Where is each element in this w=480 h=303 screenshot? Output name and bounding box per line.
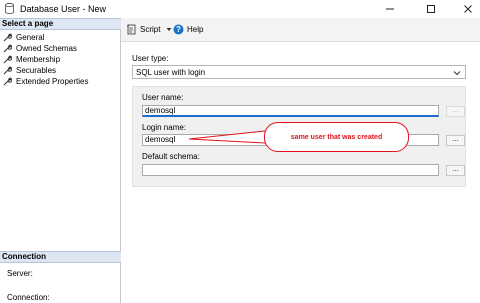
page-list: General Owned Schemas Membership Securab…	[3, 32, 89, 87]
wrench-icon	[3, 66, 12, 75]
script-icon	[127, 24, 136, 35]
maximize-button[interactable]	[413, 0, 449, 18]
connection-label: Connection:	[7, 293, 50, 302]
wrench-icon	[3, 44, 12, 53]
connection-header: Connection	[0, 251, 121, 263]
page-item-membership[interactable]: Membership	[3, 54, 89, 65]
default-schema-label: Default schema:	[142, 152, 200, 161]
page-item-label: Securables	[16, 66, 57, 75]
chevron-down-icon	[453, 71, 461, 76]
maximize-icon	[427, 5, 435, 13]
page-item-securables[interactable]: Securables	[3, 65, 89, 76]
user-name-label: User name:	[142, 93, 184, 102]
script-button[interactable]: Script	[126, 24, 172, 35]
annotation-callout: same user that was created	[264, 122, 409, 152]
left-pane: Select a page General Owned Schemas Memb…	[0, 18, 121, 303]
dropdown-arrow-icon[interactable]	[166, 27, 172, 32]
user-name-browse-button[interactable]: ...	[446, 106, 465, 117]
page-item-label: Extended Properties	[16, 77, 89, 86]
page-item-general[interactable]: General	[3, 32, 89, 43]
right-pane: Script ? Help User type: SQL user with l…	[121, 18, 480, 303]
default-schema-input[interactable]	[142, 164, 439, 176]
page-item-label: General	[16, 33, 45, 42]
toolbar: Script ? Help	[121, 18, 480, 42]
annotation-text: same user that was created	[290, 133, 383, 141]
user-name-input[interactable]: demosql	[142, 105, 439, 117]
user-type-select[interactable]: SQL user with login	[132, 65, 466, 79]
wrench-icon	[3, 77, 12, 86]
page-item-owned-schemas[interactable]: Owned Schemas	[3, 43, 89, 54]
help-label: Help	[187, 25, 204, 34]
default-schema-browse-button[interactable]: ...	[446, 165, 465, 176]
title-bar: Database User - New	[0, 0, 480, 18]
login-name-label: Login name:	[142, 123, 187, 132]
wrench-icon	[3, 55, 12, 64]
svg-text:?: ?	[176, 25, 181, 34]
page-item-label: Owned Schemas	[16, 44, 77, 53]
help-icon: ?	[173, 24, 184, 35]
page-item-label: Membership	[16, 55, 61, 64]
wrench-icon	[3, 33, 12, 42]
help-button[interactable]: ? Help	[173, 24, 203, 35]
page-item-extended-properties[interactable]: Extended Properties	[3, 76, 89, 87]
window-title: Database User - New	[20, 4, 107, 14]
database-icon	[5, 3, 14, 14]
close-button[interactable]	[450, 0, 480, 18]
select-page-header: Select a page	[0, 18, 121, 30]
script-label: Script	[140, 25, 161, 34]
login-name-browse-button[interactable]: ...	[446, 135, 465, 146]
user-type-label: User type:	[132, 54, 169, 63]
close-icon	[464, 5, 472, 13]
minimize-icon	[386, 8, 394, 10]
user-type-value: SQL user with login	[136, 68, 206, 77]
server-label: Server:	[7, 269, 33, 278]
minimize-button[interactable]	[372, 0, 408, 18]
